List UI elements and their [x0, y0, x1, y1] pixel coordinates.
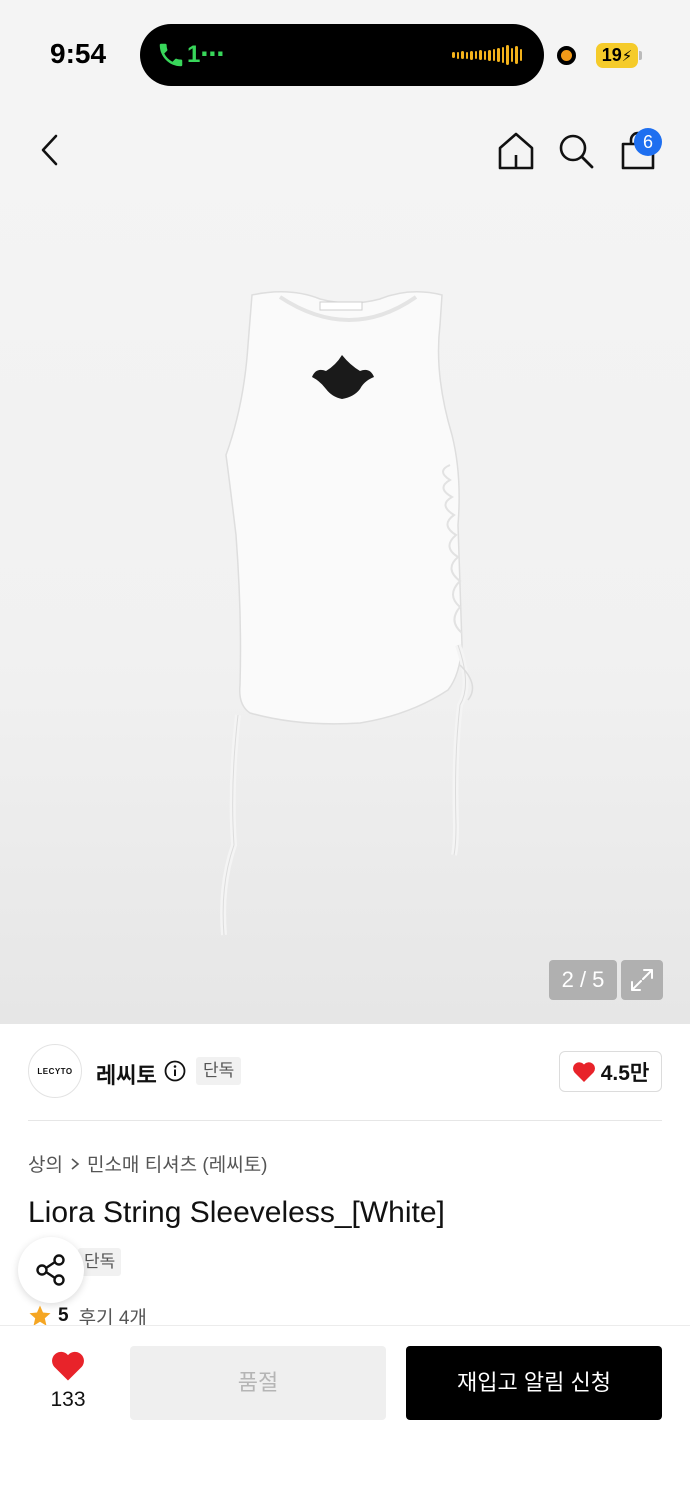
brand-name[interactable]: 레씨토: [96, 1058, 157, 1090]
share-button[interactable]: [18, 1237, 84, 1303]
brand-logo[interactable]: LECYTO: [28, 1044, 82, 1098]
back-icon: [41, 134, 58, 166]
wishlist-button[interactable]: 133: [30, 1348, 106, 1418]
rating-score: 5: [58, 1305, 69, 1326]
audio-waveform-icon: [452, 44, 522, 66]
search-icon: [559, 134, 594, 169]
image-page-counter: 2 / 5: [549, 960, 617, 1000]
back-button[interactable]: [28, 128, 72, 172]
heart-icon: [572, 1061, 595, 1082]
recording-indicator-icon: [557, 46, 576, 65]
breadcrumb-category[interactable]: 상의: [28, 1150, 63, 1177]
charging-bolt-icon: ⚡: [621, 48, 633, 65]
heart-icon: [52, 1351, 84, 1381]
battery-cap: [639, 51, 642, 60]
call-duration: 1⋯: [187, 41, 225, 68]
dynamic-island[interactable]: 1⋯: [140, 24, 544, 86]
product-exclusive-badge: 단독: [78, 1248, 122, 1276]
exclusive-badge: 단독: [196, 1057, 242, 1085]
home-button[interactable]: [494, 128, 538, 174]
expand-image-button[interactable]: [621, 960, 663, 1000]
phone-call-icon: [159, 43, 183, 67]
wishlist-count: 133: [50, 1388, 86, 1411]
divider: [28, 1120, 662, 1121]
search-button[interactable]: [556, 130, 596, 172]
chevron-right-icon: [71, 1157, 80, 1170]
cart-count-badge: 6: [634, 128, 662, 156]
soldout-button[interactable]: 품절: [130, 1346, 386, 1420]
expand-icon: [631, 969, 653, 991]
battery-icon: 19⚡: [596, 43, 638, 68]
status-bar: 9:54 1⋯ 19⚡: [0, 0, 690, 110]
info-icon[interactable]: [164, 1060, 186, 1082]
status-time: 9:54: [50, 38, 107, 69]
battery-level: 19: [601, 45, 622, 65]
brand-like-count: 4.5만: [600, 1061, 650, 1085]
product-title: Liora String Sleeveless_[White]: [28, 1196, 445, 1229]
restock-alert-button[interactable]: 재입고 알림 신청: [406, 1346, 662, 1420]
product-photo: [220, 291, 474, 936]
home-icon: [498, 132, 534, 170]
breadcrumb: 상의 민소매 티셔츠 (레씨토): [28, 1150, 268, 1177]
breadcrumb-subcategory[interactable]: 민소매 티셔츠 (레씨토): [87, 1150, 268, 1177]
brand-like-button[interactable]: 4.5만: [559, 1051, 662, 1092]
share-icon: [36, 1254, 65, 1286]
